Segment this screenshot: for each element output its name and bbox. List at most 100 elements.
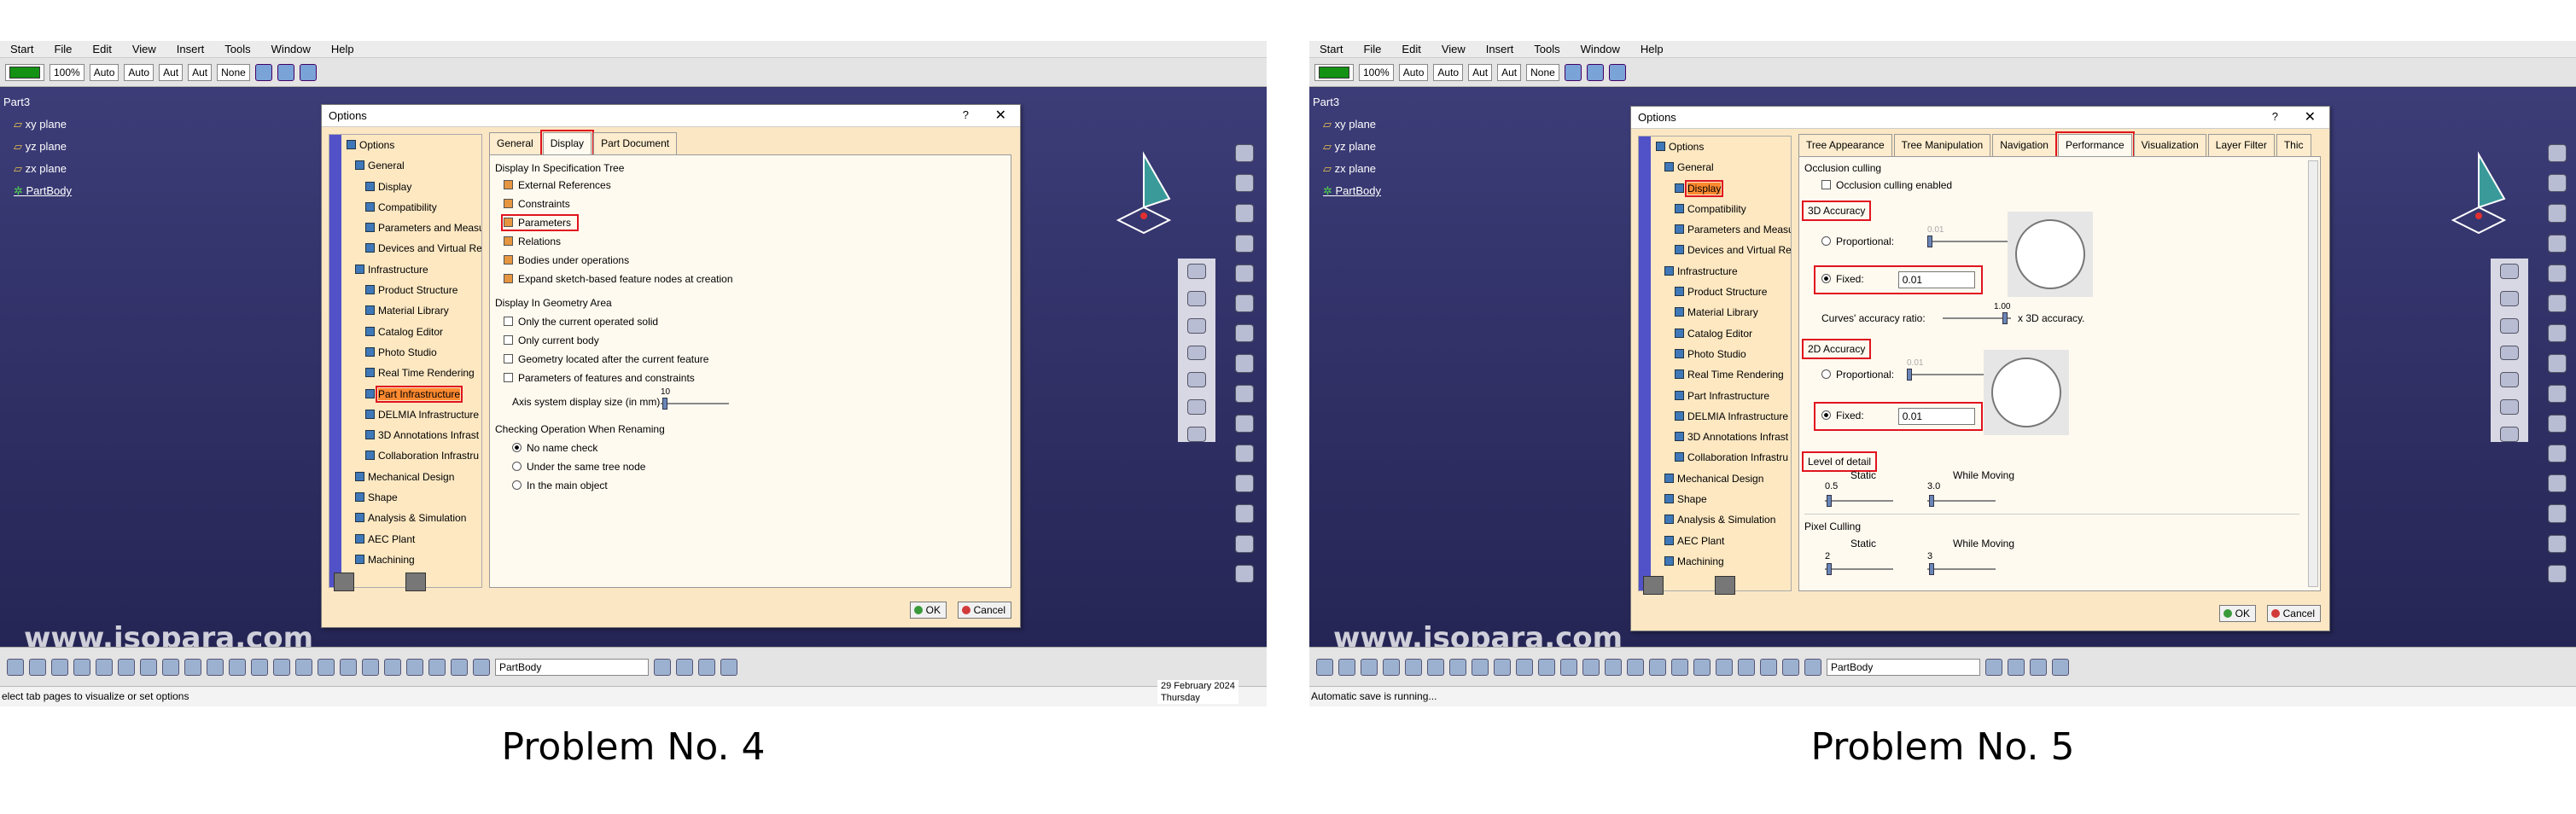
option-external-references[interactable]: External References <box>504 179 611 191</box>
tree-item-partbody[interactable]: ✲ PartBody <box>3 180 72 202</box>
tool-icon[interactable] <box>2548 474 2567 493</box>
slider-thumb[interactable] <box>1927 235 1932 247</box>
tab-part-document[interactable]: Part Document <box>593 132 678 154</box>
tool-icon[interactable] <box>2548 354 2567 373</box>
content-scrollbar[interactable] <box>2308 160 2318 587</box>
tool-icon[interactable] <box>140 658 157 676</box>
tool-icon[interactable] <box>1582 658 1600 676</box>
tool-icon[interactable] <box>1235 204 1254 223</box>
tool-icon[interactable] <box>2500 317 2519 334</box>
options-tree-item-photo-studio[interactable]: Photo Studio <box>329 342 481 363</box>
tool-icon[interactable] <box>118 658 135 676</box>
tab-performance[interactable]: Performance <box>2054 131 2135 159</box>
radio[interactable] <box>1821 274 1831 284</box>
tool-icon[interactable] <box>96 658 113 676</box>
options-tree-item-collaboration[interactable]: Collaboration Infrastru <box>329 445 481 466</box>
tool-icon[interactable] <box>1760 658 1777 676</box>
checkbox[interactable] <box>504 180 513 189</box>
color-combo[interactable] <box>5 63 44 81</box>
tool-icon[interactable] <box>2008 658 2025 676</box>
radio[interactable] <box>512 480 522 490</box>
options-tree-item-compatibility[interactable]: Compatibility <box>1639 199 1791 219</box>
options-tree-item-material-library[interactable]: Material Library <box>1639 302 1791 323</box>
lod-static-slider[interactable] <box>1825 495 1893 507</box>
properties-icon[interactable] <box>1586 63 1604 81</box>
option-bodies-under-operations[interactable]: Bodies under operations <box>504 254 629 266</box>
options-tree-item-parameters[interactable]: Parameters and Measur <box>1639 219 1791 240</box>
radio[interactable] <box>512 443 522 452</box>
menu-start[interactable]: Start <box>0 43 44 55</box>
options-tree-item-display[interactable]: Display <box>1639 178 1791 199</box>
options-tree-item-aec-plant[interactable]: AEC Plant <box>1639 531 1791 551</box>
tool-icon[interactable] <box>1235 324 1254 343</box>
tool-icon[interactable] <box>2548 144 2567 163</box>
radio[interactable] <box>1821 236 1831 246</box>
color-combo[interactable] <box>1314 63 1354 81</box>
option-same-tree-node[interactable]: Under the same tree node <box>512 461 645 473</box>
options-tree-item-devices[interactable]: Devices and Virtual Rea <box>329 238 481 259</box>
3d-proportional-option[interactable]: Proportional: <box>1821 235 1894 247</box>
2d-proportional-option[interactable]: Proportional: <box>1821 369 1894 381</box>
line-thickness-combo[interactable]: Auto <box>89 63 119 81</box>
options-tree-item-devices[interactable]: Devices and Virtual Rea <box>1639 240 1791 260</box>
options-tree-item-delmia[interactable]: DELMIA Infrastructure <box>1639 406 1791 427</box>
menu-tools[interactable]: Tools <box>1524 43 1570 55</box>
lock-icon[interactable] <box>405 573 426 591</box>
options-tree-item-3d-annotations[interactable]: 3D Annotations Infrast <box>1639 427 1791 447</box>
curves-ratio-slider[interactable] <box>1943 312 2011 324</box>
tool-icon[interactable] <box>1187 372 1206 388</box>
tool-icon[interactable] <box>2500 399 2519 416</box>
radio[interactable] <box>1821 369 1831 379</box>
tool-icon[interactable] <box>1383 658 1400 676</box>
tool-icon[interactable] <box>51 658 68 676</box>
tool-icon[interactable] <box>1235 144 1254 163</box>
tree-item-partbody[interactable]: ✲ PartBody <box>1313 180 1381 202</box>
options-tree-item-analysis[interactable]: Analysis & Simulation <box>329 508 481 528</box>
tool-icon[interactable] <box>1560 658 1577 676</box>
tool-icon[interactable] <box>2500 290 2519 306</box>
compass-icon[interactable] <box>2445 148 2521 241</box>
line-type-combo[interactable]: Auto <box>1433 63 1464 81</box>
tree-item-yz-plane[interactable]: ▱ yz plane <box>3 136 72 158</box>
point-type-combo[interactable]: Aut <box>1468 63 1493 81</box>
slider-thumb[interactable] <box>1827 495 1832 507</box>
option-parameters-of-features[interactable]: Parameters of features and constraints <box>504 372 695 384</box>
checkbox[interactable] <box>504 218 513 227</box>
options-tree-item-options[interactable]: Options <box>329 135 481 155</box>
tool-icon[interactable] <box>2052 658 2069 676</box>
occlusion-culling-option[interactable]: Occlusion culling enabled <box>1821 179 1952 191</box>
tree-item-yz-plane[interactable]: ▱ yz plane <box>1313 136 1381 158</box>
options-tree-item-real-time-rendering[interactable]: Real Time Rendering <box>329 363 481 383</box>
tool-icon[interactable] <box>340 658 357 676</box>
slider-thumb[interactable] <box>662 398 667 410</box>
tool-icon[interactable] <box>1494 658 1511 676</box>
menu-help[interactable]: Help <box>1630 43 1674 55</box>
tool-icon[interactable] <box>29 658 46 676</box>
point-type-combo[interactable]: Aut <box>159 63 184 81</box>
tree-item-xy-plane[interactable]: ▱ xy plane <box>3 113 72 136</box>
tool-icon[interactable] <box>1804 658 1821 676</box>
properties-icon[interactable] <box>277 63 294 81</box>
tool-icon[interactable] <box>1187 399 1206 416</box>
partbody-combo[interactable]: PartBody <box>495 658 649 676</box>
dialog-close-button[interactable]: ✕ <box>995 107 1006 124</box>
axis-size-slider[interactable] <box>661 398 729 410</box>
tree-item-zx-plane[interactable]: ▱ zx plane <box>1313 158 1381 180</box>
options-tree-item-mechanical-design[interactable]: Mechanical Design <box>329 467 481 487</box>
tab-display[interactable]: Display <box>539 130 595 157</box>
menu-tools[interactable]: Tools <box>214 43 260 55</box>
options-tree-item-machining[interactable]: Machining <box>329 549 481 570</box>
tool-icon[interactable] <box>1449 658 1466 676</box>
options-tree-item-shape[interactable]: Shape <box>1639 489 1791 509</box>
option-geometry-after-feature[interactable]: Geometry located after the current featu… <box>504 353 708 365</box>
tool-icon[interactable] <box>184 658 201 676</box>
tool-icon[interactable] <box>73 658 90 676</box>
tool-icon[interactable] <box>207 658 224 676</box>
options-tree-item-aec-plant[interactable]: AEC Plant <box>329 529 481 549</box>
tool-icon[interactable] <box>1516 658 1533 676</box>
tool-icon[interactable] <box>1627 658 1644 676</box>
px-static-slider[interactable] <box>1825 563 1893 575</box>
render-style-combo[interactable]: Aut <box>188 63 213 81</box>
tool-icon[interactable] <box>1985 658 2002 676</box>
tool-icon[interactable] <box>2030 658 2047 676</box>
